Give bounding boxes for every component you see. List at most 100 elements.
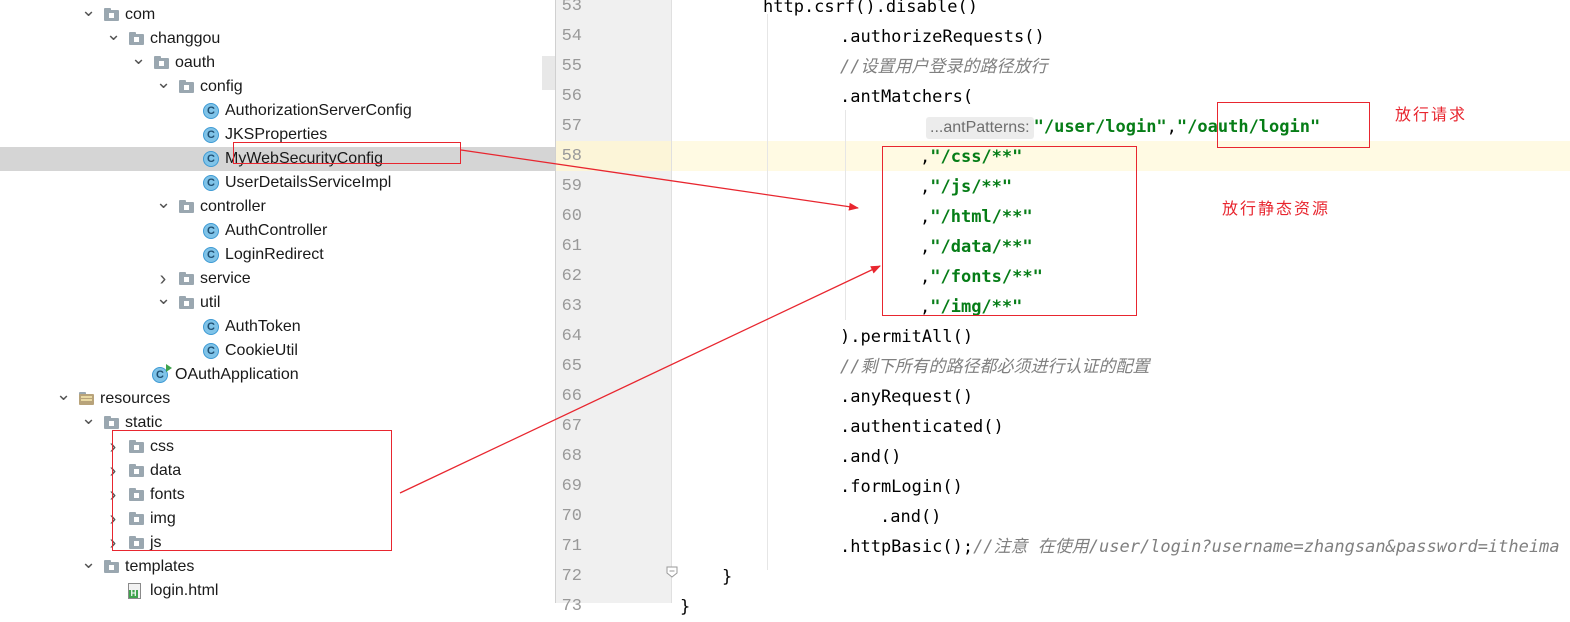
line-number: 73 <box>561 597 582 616</box>
code-line[interactable]: //设置用户登录的路径放行 <box>840 52 1047 82</box>
code-token: .and() <box>880 507 942 527</box>
tree-item-util[interactable]: ⌄ util <box>0 289 556 315</box>
line-number: 68 <box>561 447 582 466</box>
tree-item-authtoken[interactable]: C AuthToken <box>0 315 556 339</box>
line-number: 59 <box>561 177 582 196</box>
chevron-down-icon[interactable]: ⌄ <box>131 49 146 75</box>
line-number: 54 <box>561 27 582 46</box>
code-line[interactable]: http.csrf().disable() <box>763 0 978 22</box>
chevron-down-icon[interactable]: ⌄ <box>81 409 96 435</box>
highlight-box-static-patterns <box>882 146 1137 316</box>
line-number: 70 <box>561 507 582 526</box>
code-line[interactable]: .anyRequest() <box>840 382 973 412</box>
folder-icon <box>128 31 146 47</box>
code-token: .authenticated() <box>840 417 1004 437</box>
code-line[interactable]: .httpBasic();//注意 在使用/user/login?usernam… <box>840 532 1560 562</box>
line-number: 65 <box>561 357 582 376</box>
code-line[interactable]: .and() <box>840 442 901 472</box>
tree-item-label: resources <box>100 390 171 407</box>
line-number: 56 <box>561 87 582 106</box>
indent-guide <box>845 110 846 320</box>
folder-icon <box>103 7 121 23</box>
tree-item-label: AuthController <box>225 222 328 239</box>
string-literal: "/user/login" <box>1033 117 1167 137</box>
code-line[interactable]: .and() <box>880 502 941 532</box>
tree-item-login-html[interactable]: login.html <box>0 579 556 603</box>
line-number: 69 <box>561 477 582 496</box>
java-class-icon: C <box>203 343 219 359</box>
chevron-down-icon[interactable]: ⌄ <box>156 289 171 315</box>
code-line[interactable]: } <box>680 592 690 622</box>
java-class-icon: C <box>203 175 219 191</box>
code-token: } <box>722 567 733 587</box>
tree-item-service[interactable]: › service <box>0 267 556 291</box>
tree-item-label: AuthorizationServerConfig <box>225 102 412 119</box>
java-class-icon: C <box>203 319 219 335</box>
chevron-down-icon[interactable]: ⌄ <box>56 385 71 411</box>
tree-item-label: changgou <box>150 30 221 47</box>
line-number: 62 <box>561 267 582 286</box>
code-token: .formLogin() <box>840 477 963 497</box>
chevron-down-icon[interactable]: ⌄ <box>156 73 171 99</box>
tree-item-templates[interactable]: ⌄ templates <box>0 553 556 579</box>
highlight-box-oauth-login <box>1217 102 1370 148</box>
parameter-hint: ...antPatterns: <box>926 117 1034 139</box>
tree-item-authorizationserverconfig[interactable]: C AuthorizationServerConfig <box>0 99 556 123</box>
code-line[interactable]: ).permitAll() <box>840 322 973 352</box>
tree-item-userdetailsserviceimpl[interactable]: C UserDetailsServiceImpl <box>0 171 556 195</box>
tree-item-oauthapplication[interactable]: C OAuthApplication <box>0 363 556 387</box>
code-token: , <box>1166 117 1177 137</box>
code-line[interactable]: .authenticated() <box>840 412 1004 442</box>
html-file-icon <box>128 583 141 599</box>
code-line[interactable]: .formLogin() <box>840 472 963 502</box>
code-token: .and() <box>840 447 902 467</box>
tree-item-config[interactable]: ⌄ config <box>0 73 556 99</box>
tree-item-label: com <box>125 6 156 23</box>
folder-icon <box>153 55 171 71</box>
line-number: 58 <box>561 147 582 166</box>
chevron-down-icon[interactable]: ⌄ <box>106 25 121 51</box>
tree-item-label: templates <box>125 558 195 575</box>
fold-marker-icon[interactable] <box>665 565 679 579</box>
line-number: 66 <box>561 387 582 406</box>
code-token: .antMatchers( <box>840 87 974 107</box>
code-line[interactable]: } <box>722 562 732 592</box>
tree-item-label: LoginRedirect <box>225 246 324 263</box>
tree-item-oauth[interactable]: ⌄ oauth <box>0 49 556 75</box>
folder-icon <box>178 271 196 287</box>
code-token: .httpBasic(); <box>840 537 974 557</box>
chevron-down-icon[interactable]: ⌄ <box>156 193 171 219</box>
indent-guide <box>767 14 768 570</box>
spring-application-icon: C <box>152 364 172 383</box>
tree-item-authcontroller[interactable]: C AuthController <box>0 219 556 243</box>
folder-icon <box>178 295 196 311</box>
code-token: } <box>680 597 691 617</box>
tree-item-changgou[interactable]: ⌄ changgou <box>0 25 556 51</box>
line-number: 60 <box>561 207 582 226</box>
code-line[interactable]: .authorizeRequests() <box>840 22 1045 52</box>
tree-item-controller[interactable]: ⌄ controller <box>0 193 556 219</box>
java-class-icon: C <box>203 151 219 167</box>
highlight-box-static-folders <box>112 430 392 551</box>
tree-item-loginredirect[interactable]: C LoginRedirect <box>0 243 556 267</box>
code-line[interactable]: //剩下所有的路径都必须进行认证的配置 <box>840 352 1149 382</box>
code-comment: //注意 在使用/user/login?username=zhangsan&pa… <box>973 537 1560 557</box>
line-number: 63 <box>561 297 582 316</box>
line-number: 67 <box>561 417 582 436</box>
tree-item-label: service <box>200 270 251 287</box>
code-comment: //剩下所有的路径都必须进行认证的配置 <box>840 357 1150 377</box>
tree-item-com[interactable]: ⌄ com <box>0 1 556 27</box>
line-number: 71 <box>561 537 582 556</box>
tree-item-label: util <box>200 294 221 311</box>
tree-scrollbar[interactable] <box>542 56 556 90</box>
code-token: .anyRequest() <box>840 387 974 407</box>
code-comment: //设置用户登录的路径放行 <box>840 57 1048 77</box>
line-number: 61 <box>561 237 582 256</box>
chevron-down-icon[interactable]: ⌄ <box>81 553 96 579</box>
note-permit-request: 放行请求 <box>1395 105 1468 124</box>
code-token: .authorizeRequests() <box>840 27 1045 47</box>
tree-item-cookieutil[interactable]: C CookieUtil <box>0 339 556 363</box>
chevron-down-icon[interactable]: ⌄ <box>81 1 96 27</box>
code-line[interactable]: .antMatchers( <box>840 82 973 112</box>
line-number: 57 <box>561 117 582 136</box>
